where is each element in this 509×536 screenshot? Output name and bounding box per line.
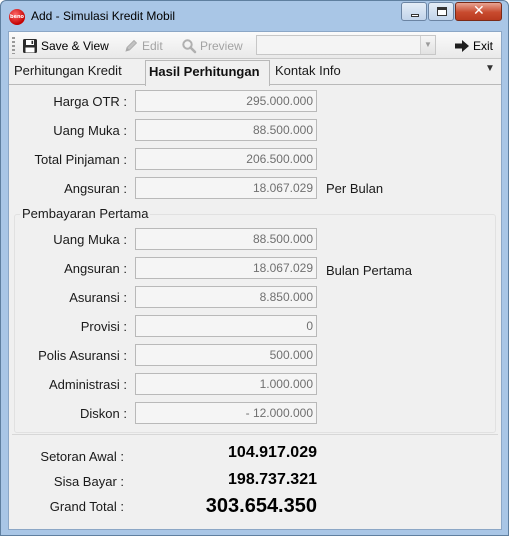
preview-button[interactable]: Preview — [181, 36, 243, 55]
diskon-label: Diskon : — [80, 406, 127, 421]
exit-label: Exit — [473, 38, 494, 53]
arrow-right-icon — [455, 39, 469, 52]
edit-button[interactable]: Edit — [123, 36, 163, 55]
toolbar-grip-icon[interactable] — [12, 37, 15, 54]
exit-button[interactable]: Exit — [454, 36, 493, 55]
chevron-down-icon[interactable]: ▼ — [420, 36, 435, 54]
administrasi-field[interactable]: 1.000.000 — [135, 373, 317, 395]
edit-label: Edit — [142, 38, 163, 53]
grand-total-value: 303.654.350 — [205, 495, 317, 517]
toolbar-combo-box[interactable]: ▼ — [256, 35, 436, 55]
provisi-label: Provisi : — [80, 319, 127, 334]
maximize-icon — [437, 7, 447, 16]
uang-muka-label: Uang Muka : — [53, 123, 127, 138]
fp-uang-muka-field[interactable]: 88.500.000 — [135, 228, 317, 250]
sisa-bayar-label: Sisa Bayar : — [53, 474, 124, 489]
provisi-field[interactable]: 0 — [135, 315, 317, 337]
app-logo-icon: beno — [9, 9, 25, 25]
fp-angsuran-label: Angsuran : — [64, 261, 127, 276]
tab-strip: Perhitungan Kredit Hasil Perhitungan Kon… — [9, 60, 501, 86]
client-area: Save & View Edit Preview ▼ Exit Perhitun… — [8, 31, 502, 530]
asuransi-field[interactable]: 8.850.000 — [135, 286, 317, 308]
toolbar: Save & View Edit Preview ▼ Exit — [9, 32, 501, 59]
close-icon: ✕ — [473, 3, 485, 19]
fp-uang-muka-label: Uang Muka : — [53, 232, 127, 247]
tab-hasil-perhitungan[interactable]: Hasil Perhitungan — [145, 60, 270, 86]
fp-angsuran-note: Bulan Pertama — [326, 263, 412, 278]
save-view-button[interactable]: Save & View — [22, 36, 109, 55]
polis-asuransi-label: Polis Asuransi : — [38, 348, 127, 363]
fp-angsuran-field[interactable]: 18.067.029 — [135, 257, 317, 279]
magnifier-icon — [182, 38, 197, 53]
grand-total-label: Grand Total : — [49, 499, 124, 514]
floppy-disk-icon — [23, 38, 37, 53]
harga-otr-label: Harga OTR : — [53, 94, 127, 109]
tab-kontak-info[interactable]: Kontak Info — [275, 63, 341, 78]
sisa-bayar-value: 198.737.321 — [228, 471, 317, 488]
app-window: beno Add - Simulasi Kredit Mobil ✕ Save … — [0, 0, 509, 536]
tab-menu-dropdown-icon[interactable]: ▼ — [485, 63, 495, 74]
angsuran-field[interactable]: 18.067.029 — [135, 177, 317, 199]
maximize-button[interactable] — [428, 2, 454, 21]
harga-otr-field[interactable]: 295.000.000 — [135, 90, 317, 112]
tab-perhitungan-kredit[interactable]: Perhitungan Kredit — [14, 63, 122, 78]
minimize-icon — [411, 14, 419, 17]
minimize-button[interactable] — [401, 2, 427, 21]
close-button[interactable]: ✕ — [455, 2, 502, 21]
title-bar[interactable]: beno Add - Simulasi Kredit Mobil ✕ — [1, 1, 508, 31]
polis-asuransi-field[interactable]: 500.000 — [135, 344, 317, 366]
preview-label: Preview — [200, 38, 243, 53]
setoran-awal-value: 104.917.029 — [228, 444, 317, 461]
totals-divider — [12, 434, 498, 435]
administrasi-label: Administrasi : — [48, 377, 127, 392]
total-pinjaman-field[interactable]: 206.500.000 — [135, 148, 317, 170]
angsuran-label: Angsuran : — [64, 181, 127, 196]
angsuran-period-note: Per Bulan — [326, 181, 384, 196]
diskon-field[interactable]: - 12.000.000 — [135, 402, 317, 424]
uang-muka-field[interactable]: 88.500.000 — [135, 119, 317, 141]
first-payment-title: Pembayaran Pertama — [20, 206, 151, 221]
save-view-label: Save & View — [41, 38, 109, 53]
total-pinjaman-label: Total Pinjaman : — [34, 152, 128, 167]
window-title: Add - Simulasi Kredit Mobil — [31, 9, 176, 23]
pencil-icon — [125, 39, 138, 52]
setoran-awal-label: Setoran Awal : — [40, 449, 124, 464]
asuransi-label: Asuransi : — [69, 290, 127, 305]
